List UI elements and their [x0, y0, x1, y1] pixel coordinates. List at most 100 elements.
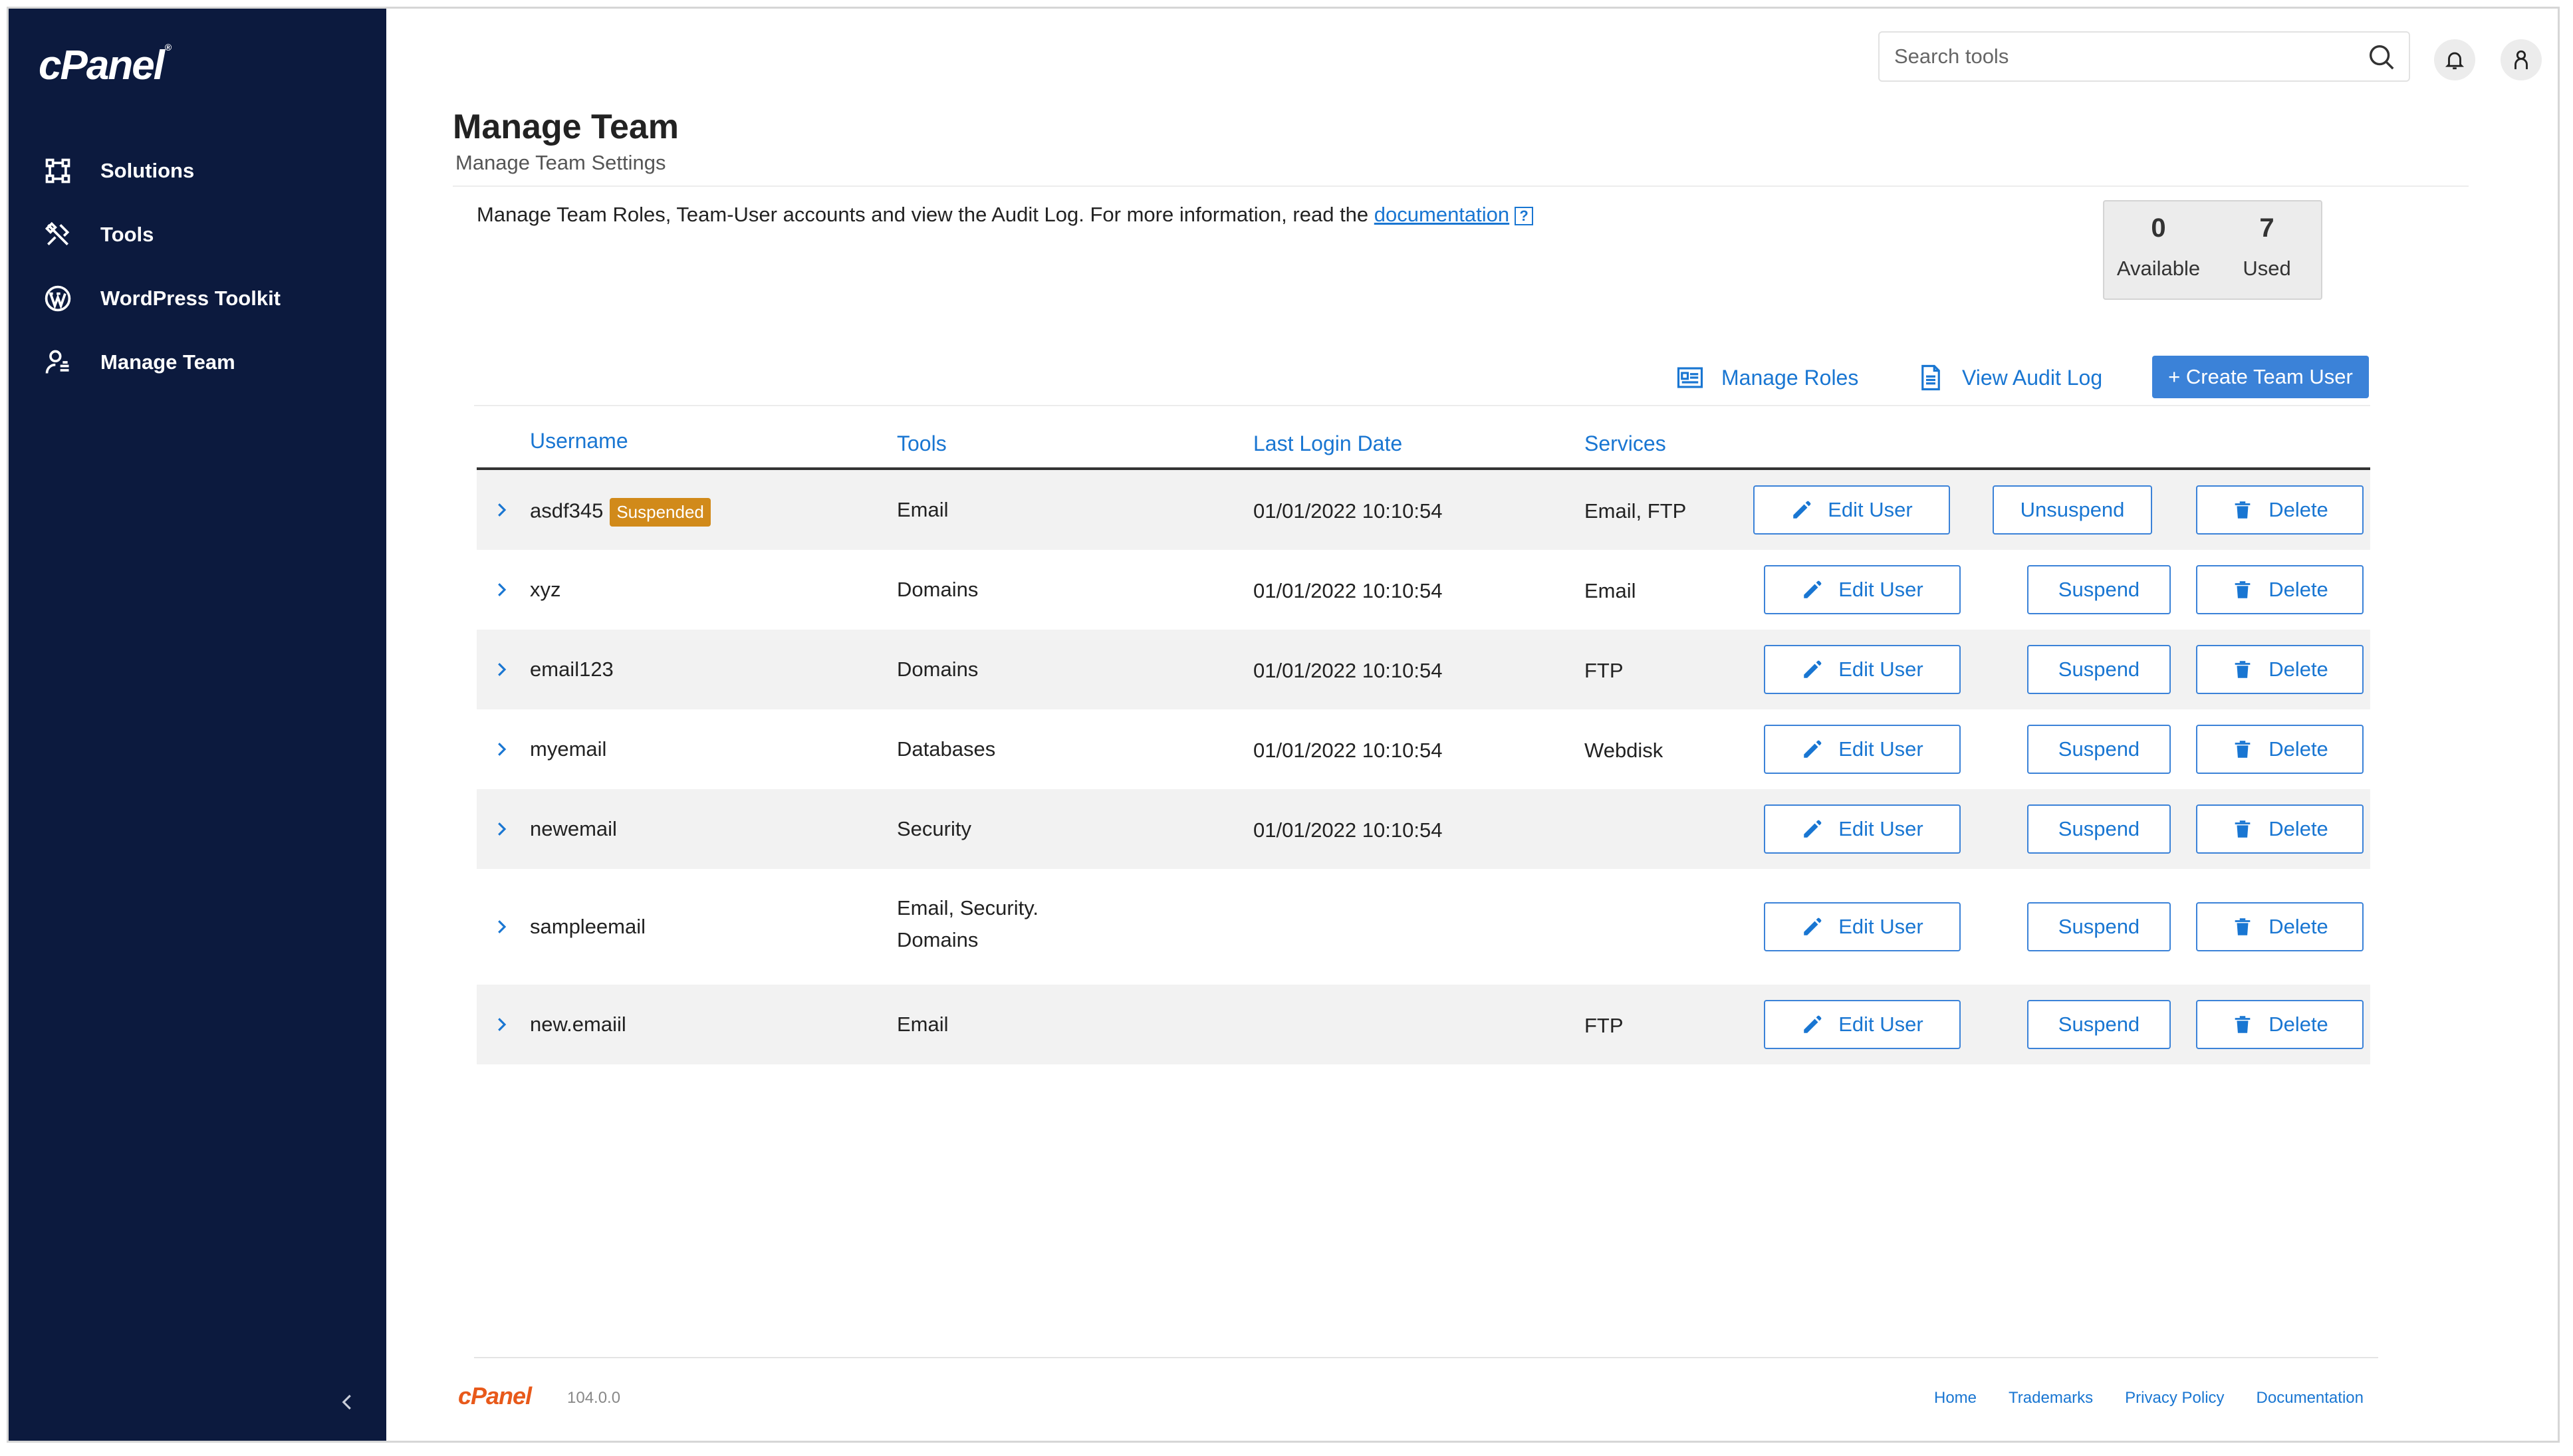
- bell-icon: [2445, 52, 2465, 70]
- trash-icon: [2235, 741, 2251, 758]
- team-user-stats: 0 Available 7 Used: [2103, 200, 2322, 300]
- table-row[interactable]: newemail Security 01/01/2022 10:10:54 Edit …: [477, 789, 2370, 869]
- documentation-link[interactable]: documentation: [1374, 203, 1509, 226]
- delete-button[interactable]: Delete: [2196, 902, 2364, 951]
- divider: [453, 185, 2469, 187]
- search-input[interactable]: [1894, 33, 2353, 80]
- collapse-sidebar-button[interactable]: [332, 1386, 364, 1418]
- suspend-button[interactable]: Suspend: [2027, 565, 2171, 614]
- cell-tools: Email, Security.: [897, 896, 1039, 919]
- cell-username: asdf345 Suspended: [530, 498, 711, 527]
- expand-row-button[interactable]: [491, 660, 511, 679]
- chevron-right-icon: [498, 503, 507, 517]
- cpanel-logo[interactable]: cPanel ®: [39, 42, 172, 89]
- cell-tools: Domains: [897, 578, 979, 601]
- cell-last-login: 01/01/2022 10:10:54: [1253, 818, 1443, 842]
- view-audit-log-link[interactable]: View Audit Log: [1917, 364, 2102, 392]
- pencil-icon: [1804, 917, 1822, 935]
- suspend-button[interactable]: Suspend: [2027, 804, 2171, 854]
- cell-last-login: 01/01/2022 10:10:54: [1253, 659, 1443, 682]
- chevron-right-icon: [498, 663, 507, 676]
- column-services[interactable]: Services: [1584, 431, 1666, 456]
- cell-username: email123: [530, 658, 614, 681]
- edit-user-button[interactable]: Edit User: [1764, 902, 1961, 951]
- cell-tools: Email: [897, 498, 949, 521]
- table-row[interactable]: new.emaiil Email FTP Edit User Suspend Delete: [477, 985, 2370, 1064]
- cell-services: Webdisk: [1584, 739, 1663, 762]
- delete-button[interactable]: Delete: [2196, 565, 2364, 614]
- chevron-right-icon: [498, 743, 507, 756]
- unsuspend-button[interactable]: Unsuspend: [1993, 485, 2152, 535]
- cell-last-login: 01/01/2022 10:10:54: [1253, 739, 1443, 762]
- cell-tools: Email: [897, 1013, 949, 1036]
- edit-user-button[interactable]: Edit User: [1764, 804, 1961, 854]
- search-icon[interactable]: [2366, 42, 2397, 72]
- footer-cpanel-logo[interactable]: cPanel: [458, 1382, 532, 1410]
- trash-icon: [2235, 820, 2251, 838]
- table-row[interactable]: asdf345 Suspended Email 01/01/2022 10:10:54…: [477, 470, 2370, 550]
- suspend-button[interactable]: Suspend: [2027, 725, 2171, 774]
- expand-row-button[interactable]: [491, 500, 511, 520]
- footer-link-privacy-policy[interactable]: Privacy Policy: [2125, 1389, 2224, 1407]
- expand-row-button[interactable]: [491, 1015, 511, 1034]
- sidebar-item-solutions[interactable]: Solutions: [9, 139, 386, 203]
- cell-services: FTP: [1584, 659, 1624, 682]
- stat-available: 0 Available: [2116, 213, 2201, 280]
- cell-username: myemail: [530, 737, 607, 761]
- cell-last-login: 01/01/2022 10:10:54: [1253, 579, 1443, 602]
- help-icon[interactable]: ?: [1515, 206, 1534, 225]
- expand-row-button[interactable]: [491, 739, 511, 759]
- table-row[interactable]: xyz Domains 01/01/2022 10:10:54 Email Edit U…: [477, 550, 2370, 630]
- cell-tools: Databases: [897, 737, 996, 761]
- edit-user-button[interactable]: Edit User: [1764, 565, 1961, 614]
- trash-icon: [2235, 501, 2251, 519]
- delete-button[interactable]: Delete: [2196, 725, 2364, 774]
- edit-user-button[interactable]: Edit User: [1764, 1000, 1961, 1049]
- create-team-user-button[interactable]: + Create Team User: [2152, 356, 2369, 398]
- footer-link-documentation[interactable]: Documentation: [2257, 1389, 2364, 1407]
- suspend-button[interactable]: Suspend: [2027, 645, 2171, 694]
- pencil-icon: [1804, 740, 1822, 758]
- suspend-button[interactable]: Suspend: [2027, 1000, 2171, 1049]
- edit-user-button[interactable]: Edit User: [1753, 485, 1950, 535]
- sidebar-item-label: Manage Team: [100, 350, 235, 374]
- divider: [474, 405, 2370, 406]
- main-content: Manage Team Manage Team Settings Manage …: [386, 9, 2558, 1441]
- cell-username: new.emaiil: [530, 1013, 626, 1036]
- trash-icon: [2235, 918, 2251, 935]
- sidebar-nav: Solutions Tools WordPress Toolkit Manage…: [9, 139, 386, 394]
- edit-user-button[interactable]: Edit User: [1764, 645, 1961, 694]
- search-box[interactable]: [1878, 31, 2410, 82]
- expand-row-button[interactable]: [491, 580, 511, 600]
- column-last-login-date[interactable]: Last Login Date: [1253, 431, 1402, 456]
- status-badge: Suspended: [610, 498, 711, 527]
- delete-button[interactable]: Delete: [2196, 485, 2364, 535]
- expand-row-button[interactable]: [491, 917, 511, 937]
- suspend-button[interactable]: Suspend: [2027, 902, 2171, 951]
- table-row[interactable]: myemail Databases 01/01/2022 10:10:54 Webdi…: [477, 709, 2370, 789]
- roles-icon: [1677, 367, 1703, 388]
- footer-link-trademarks[interactable]: Trademarks: [2009, 1389, 2093, 1407]
- delete-button[interactable]: Delete: [2196, 645, 2364, 694]
- team-icon: [41, 345, 75, 380]
- actions-bar: Manage Roles View Audit Log + Create Tea…: [386, 356, 2558, 402]
- manage-roles-link[interactable]: Manage Roles: [1676, 364, 1858, 392]
- column-username[interactable]: Username: [530, 429, 628, 453]
- user-menu-button[interactable]: [2501, 39, 2542, 80]
- sidebar-item-manage-team[interactable]: Manage Team: [9, 330, 386, 394]
- footer-link-home[interactable]: Home: [1934, 1389, 1977, 1407]
- notifications-button[interactable]: [2434, 39, 2475, 80]
- edit-user-button[interactable]: Edit User: [1764, 725, 1961, 774]
- cell-services: Email: [1584, 579, 1636, 602]
- sidebar-item-tools[interactable]: Tools: [9, 203, 386, 267]
- table-body: asdf345 Suspended Email 01/01/2022 10:10:54…: [477, 470, 2370, 1064]
- column-tools[interactable]: Tools: [897, 431, 947, 456]
- sidebar-item-wordpress-toolkit[interactable]: WordPress Toolkit: [9, 267, 386, 330]
- cell-tools-line2: Domains: [897, 928, 979, 951]
- expand-row-button[interactable]: [491, 819, 511, 839]
- page-subtitle: Manage Team Settings: [455, 151, 666, 174]
- delete-button[interactable]: Delete: [2196, 804, 2364, 854]
- delete-button[interactable]: Delete: [2196, 1000, 2364, 1049]
- table-row[interactable]: sampleemail Email, Security. Domains Edit U…: [477, 869, 2370, 985]
- table-row[interactable]: email123 Domains 01/01/2022 10:10:54 FTP Edi…: [477, 630, 2370, 709]
